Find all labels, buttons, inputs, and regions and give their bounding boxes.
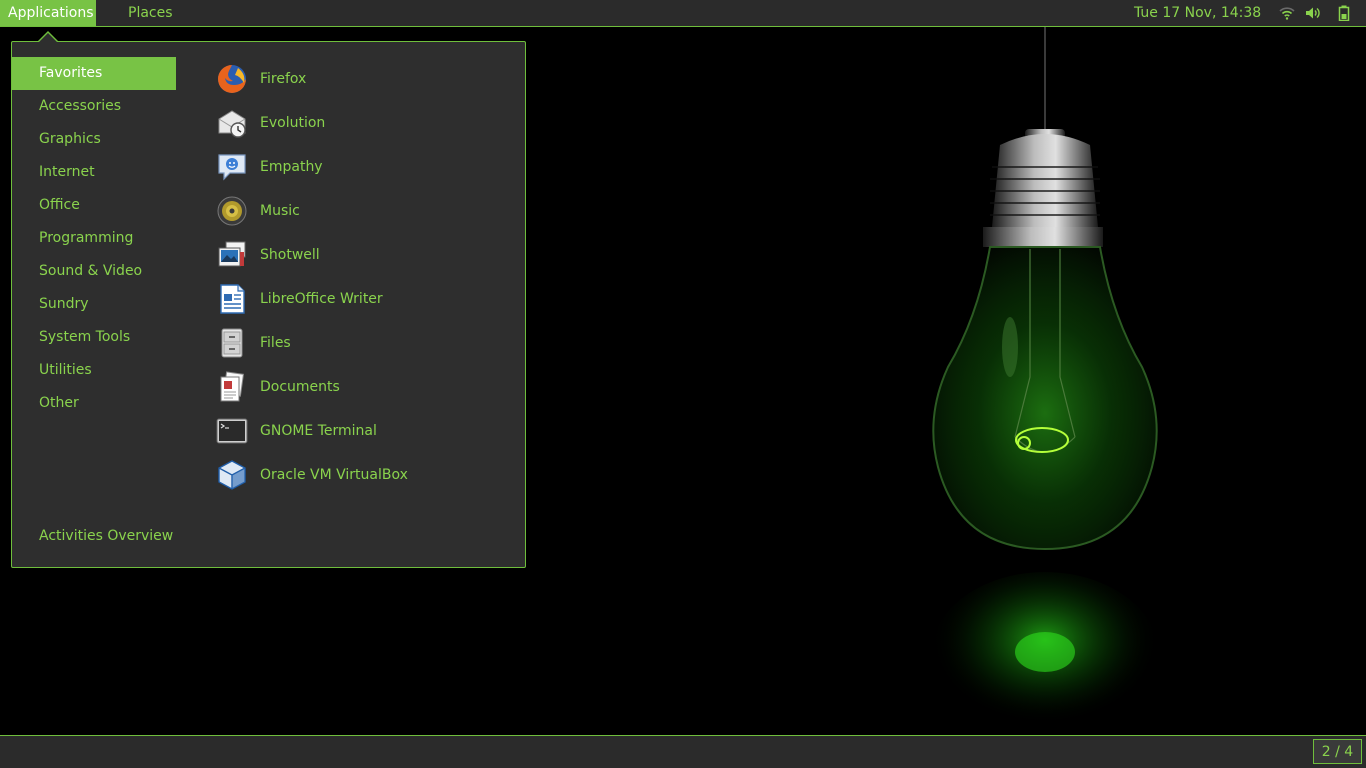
desktop: Applications Places Tue 17 Nov, 14:38 Fa… bbox=[0, 0, 1366, 768]
app-list: Firefox Evolution Empathy Music Shotwell… bbox=[216, 57, 516, 497]
writer-icon bbox=[220, 284, 245, 314]
app-item-shotwell[interactable]: Shotwell bbox=[216, 233, 516, 277]
app-item-music[interactable]: Music bbox=[216, 189, 516, 233]
volume-icon[interactable] bbox=[1305, 5, 1321, 21]
wallpaper-lightbulb bbox=[930, 27, 1160, 735]
app-label: GNOME Terminal bbox=[260, 423, 377, 439]
app-label: Firefox bbox=[260, 71, 307, 87]
bottom-panel: 2 / 4 bbox=[0, 735, 1366, 768]
category-sundry[interactable]: Sundry bbox=[12, 288, 176, 321]
top-panel: Applications Places Tue 17 Nov, 14:38 bbox=[0, 0, 1366, 27]
app-item-documents[interactable]: Documents bbox=[216, 365, 516, 409]
category-favorites[interactable]: Favorites bbox=[12, 57, 176, 90]
empathy-icon bbox=[218, 154, 246, 181]
applications-menu-button[interactable]: Applications bbox=[0, 0, 96, 26]
app-label: Files bbox=[260, 335, 291, 351]
category-list: Favorites Accessories Graphics Internet … bbox=[12, 57, 176, 420]
shotwell-icon bbox=[218, 241, 246, 267]
app-label: Empathy bbox=[260, 159, 323, 175]
category-utilities[interactable]: Utilities bbox=[12, 354, 176, 387]
terminal-icon bbox=[216, 418, 248, 444]
category-graphics[interactable]: Graphics bbox=[12, 123, 176, 156]
app-label: Shotwell bbox=[260, 247, 320, 263]
app-item-evolution[interactable]: Evolution bbox=[216, 101, 516, 145]
app-label: Documents bbox=[260, 379, 340, 395]
category-accessories[interactable]: Accessories bbox=[12, 90, 176, 123]
menu-pointer bbox=[38, 33, 58, 43]
app-label: Oracle VM VirtualBox bbox=[260, 467, 408, 483]
activities-overview-link[interactable]: Activities Overview bbox=[39, 526, 173, 546]
app-item-empathy[interactable]: Empathy bbox=[216, 145, 516, 189]
app-item-gnome-terminal[interactable]: GNOME Terminal bbox=[216, 409, 516, 453]
places-menu-button[interactable]: Places bbox=[128, 0, 173, 26]
category-office[interactable]: Office bbox=[12, 189, 176, 222]
documents-icon bbox=[220, 371, 245, 402]
category-other[interactable]: Other bbox=[12, 387, 176, 420]
firefox-icon bbox=[218, 65, 246, 93]
category-internet[interactable]: Internet bbox=[12, 156, 176, 189]
category-system-tools[interactable]: System Tools bbox=[12, 321, 176, 354]
app-item-files[interactable]: Files bbox=[216, 321, 516, 365]
clock[interactable]: Tue 17 Nov, 14:38 bbox=[1134, 0, 1261, 26]
evolution-icon bbox=[218, 110, 246, 138]
virtualbox-icon bbox=[218, 460, 246, 490]
files-icon bbox=[221, 328, 243, 358]
app-label: Music bbox=[260, 203, 300, 219]
app-label: Evolution bbox=[260, 115, 326, 131]
app-item-firefox[interactable]: Firefox bbox=[216, 57, 516, 101]
category-sound-video[interactable]: Sound & Video bbox=[12, 255, 176, 288]
applications-menu: Favorites Accessories Graphics Internet … bbox=[11, 41, 526, 568]
battery-icon[interactable] bbox=[1336, 5, 1352, 21]
workspace-indicator[interactable]: 2 / 4 bbox=[1313, 739, 1362, 764]
music-icon bbox=[217, 196, 247, 226]
app-item-virtualbox[interactable]: Oracle VM VirtualBox bbox=[216, 453, 516, 497]
app-label: LibreOffice Writer bbox=[260, 291, 383, 307]
category-programming[interactable]: Programming bbox=[12, 222, 176, 255]
wifi-icon[interactable] bbox=[1279, 5, 1295, 21]
app-item-libreoffice-writer[interactable]: LibreOffice Writer bbox=[216, 277, 516, 321]
